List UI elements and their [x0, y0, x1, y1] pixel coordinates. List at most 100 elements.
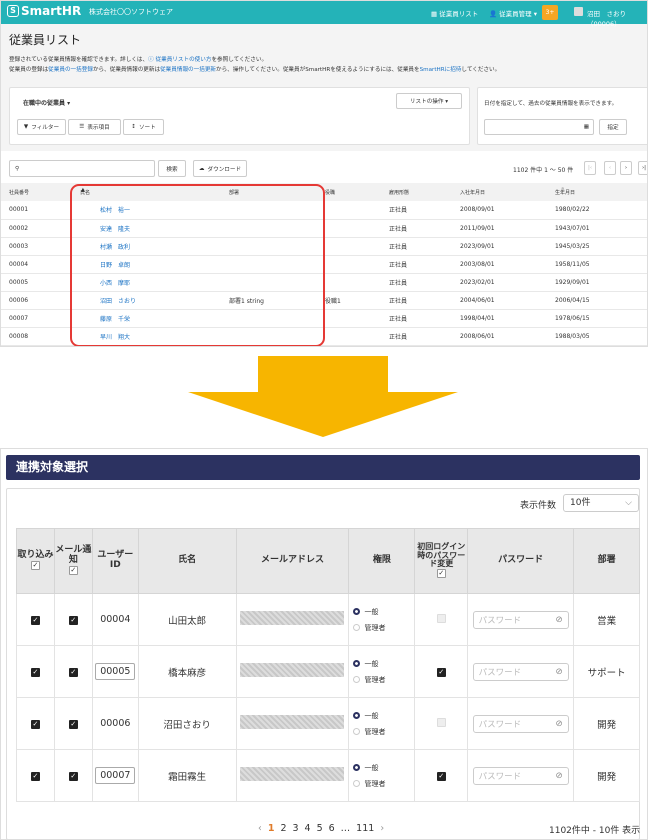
date-input[interactable]: ▦	[484, 119, 594, 135]
mail-all-checkbox[interactable]: ✓	[68, 565, 78, 575]
header-pw-change: 初回ログイン時のパスワード変更 ✓	[414, 528, 469, 594]
smarthr-logo[interactable]: S SmartHR	[7, 4, 81, 18]
import-checkbox[interactable]: ✓	[30, 616, 40, 625]
avatar[interactable]	[574, 7, 583, 16]
user-id: 00006	[100, 718, 131, 729]
pw-change-all-checkbox[interactable]: ✓	[436, 569, 446, 579]
next-page-button[interactable]: ›	[380, 823, 384, 834]
page-1[interactable]: 1	[268, 823, 275, 834]
header-user-id: ユーザーID	[91, 528, 139, 594]
header-position[interactable]: 役職	[317, 183, 381, 201]
import-checkbox[interactable]: ✓	[30, 668, 40, 677]
mail-checkbox[interactable]: ✓	[68, 772, 78, 781]
page-size-label: 表示件数	[520, 501, 557, 511]
page-2[interactable]: 2	[280, 823, 286, 834]
header-password: パスワード	[467, 528, 575, 594]
password-input[interactable]: パスワード ⊘	[472, 714, 569, 733]
role-admin-radio[interactable]: 管理者	[353, 779, 385, 789]
page-3[interactable]: 3	[292, 823, 298, 834]
filter-button[interactable]: ▼ フィルター	[17, 119, 66, 135]
cell-employment-type: 正社員	[381, 237, 452, 256]
user-id-input[interactable]: 00007	[95, 767, 136, 784]
cell-birth-date: 1929/09/01	[547, 273, 647, 292]
page-4[interactable]: 4	[305, 823, 311, 834]
user-name[interactable]: 沼田 さおり（00006）	[587, 8, 647, 28]
pw-change-checkbox[interactable]: ✓	[436, 668, 446, 677]
first-page-button[interactable]: |‹	[584, 161, 596, 175]
cell-employment-type: 正社員	[381, 201, 452, 220]
header-employee-no[interactable]: 社員番号	[1, 183, 72, 201]
eye-off-icon[interactable]: ⊘	[556, 719, 563, 729]
page-size-select[interactable]: 10件 ⌵	[563, 494, 639, 512]
download-button[interactable]: ☁ ダウンロード	[193, 160, 247, 177]
invite-link[interactable]: SmartHRに招待	[420, 67, 462, 73]
user-id-input[interactable]: 00005	[95, 663, 136, 680]
page-111[interactable]: 111	[356, 823, 374, 834]
table-row: ✓ ✓ 00004 山田太郎 一般 管理者 パスワード ⊘ 営業	[16, 593, 640, 646]
cell-mail: ✓	[53, 645, 93, 698]
role-general-radio[interactable]: 一般	[353, 607, 378, 617]
import-all-checkbox[interactable]: ✓	[30, 561, 40, 570]
bulk-update-link[interactable]: 従業員情報の一括更新	[160, 67, 216, 73]
result-count: 1102 件中 1 〜 50 件	[513, 167, 574, 174]
header-join-date[interactable]: 入社年月日	[452, 183, 547, 201]
columns-button[interactable]: ☰ 表示項目	[68, 119, 121, 135]
cell-pw-change	[414, 697, 469, 750]
prev-page-button[interactable]: ‹	[604, 161, 616, 175]
nav-employee-list[interactable]: ▦ 従業員リスト	[431, 8, 478, 18]
cell-position	[317, 309, 381, 328]
password-input[interactable]: パスワード ⊘	[472, 610, 569, 629]
prev-page-button[interactable]: ‹	[258, 823, 262, 834]
sort-toggle-icon[interactable]: ⇅	[561, 187, 565, 193]
cell-name: 霜田霧生	[137, 749, 237, 802]
cell-join-date: 2004/06/01	[452, 291, 547, 310]
cell-employment-type: 正社員	[381, 273, 452, 292]
search-button[interactable]: 検索	[158, 160, 186, 177]
role-general-radio[interactable]: 一般	[353, 659, 378, 669]
role-general-radio[interactable]: 一般	[353, 711, 378, 721]
cell-import: ✓	[16, 645, 55, 698]
sort-button[interactable]: ↕ ソート	[123, 119, 164, 135]
cell-join-date: 2023/09/01	[452, 237, 547, 256]
cell-employment-type: 正社員	[381, 327, 452, 346]
date-apply-button[interactable]: 指定	[599, 119, 627, 135]
page-5[interactable]: 5	[317, 823, 323, 834]
status-filter-select[interactable]: 在職中の従業員 ▾	[23, 98, 70, 107]
cell-position: 役職1	[317, 291, 381, 310]
masked-email	[240, 611, 345, 625]
down-arrow-icon	[188, 356, 458, 437]
next-page-button[interactable]: ›	[620, 161, 632, 175]
table-row: ✓ ✓ 00006 沼田さおり 一般 管理者 パスワード ⊘ 開発	[16, 697, 640, 750]
search-input[interactable]: ⚲	[9, 160, 155, 177]
password-input[interactable]: パスワード ⊘	[472, 766, 569, 785]
password-input[interactable]: パスワード ⊘	[472, 662, 569, 681]
import-checkbox[interactable]: ✓	[30, 720, 40, 729]
eye-off-icon[interactable]: ⊘	[556, 667, 563, 677]
mail-checkbox[interactable]: ✓	[68, 720, 78, 729]
page-6[interactable]: 6	[329, 823, 335, 834]
pw-change-checkbox[interactable]: ✓	[436, 772, 446, 781]
role-admin-radio[interactable]: 管理者	[353, 727, 385, 737]
cell-user-id: 00007	[91, 749, 139, 802]
role-admin-radio[interactable]: 管理者	[353, 623, 385, 633]
highlight-box	[70, 184, 325, 346]
nav-employee-management[interactable]: 👤 従業員管理 ▾	[489, 8, 537, 18]
cell-birth-date: 1945/03/25	[547, 237, 647, 256]
page-description-1: 登録されている従業員情報を確認できます。詳しくは、ⓘ 従業員リストの使い方を参照…	[9, 57, 268, 63]
bulk-register-link[interactable]: 従業員の一括登録	[48, 67, 93, 73]
eye-off-icon[interactable]: ⊘	[556, 615, 563, 625]
help-link[interactable]: 従業員リストの使い方	[156, 57, 212, 63]
date-description: 日付を指定して、過去の従業員情報を表示できます。	[484, 101, 618, 107]
eye-off-icon[interactable]: ⊘	[556, 771, 563, 781]
import-checkbox[interactable]: ✓	[30, 772, 40, 781]
header-employment-type[interactable]: 雇用形態	[381, 183, 452, 201]
notification-badge[interactable]: 3+	[542, 5, 558, 20]
mail-checkbox[interactable]: ✓	[68, 668, 78, 677]
list-operations-button[interactable]: リストの操作 ▾	[396, 93, 462, 109]
cell-employee-no: 00008	[1, 327, 72, 346]
role-general-radio[interactable]: 一般	[353, 763, 378, 773]
cell-employee-no: 00002	[1, 219, 72, 238]
mail-checkbox[interactable]: ✓	[68, 616, 78, 625]
last-page-button[interactable]: ›|	[638, 161, 647, 175]
role-admin-radio[interactable]: 管理者	[353, 675, 385, 685]
